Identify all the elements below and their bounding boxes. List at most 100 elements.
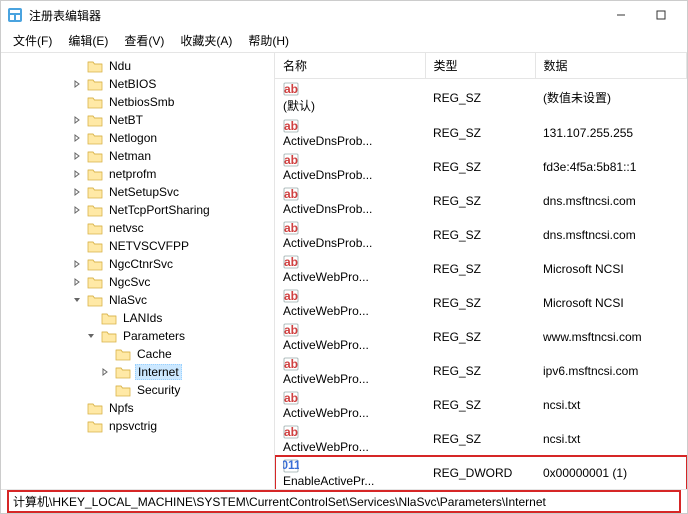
value-name: (默认) xyxy=(283,99,315,113)
value-name: ActiveDnsProb... xyxy=(283,202,372,216)
col-data[interactable]: 数据 xyxy=(535,53,687,79)
tree-item[interactable]: NetBIOS xyxy=(1,75,274,93)
value-type: REG_SZ xyxy=(425,354,535,388)
expand-icon[interactable] xyxy=(71,206,83,214)
tree-item[interactable]: Netman xyxy=(1,147,274,165)
folder-icon xyxy=(87,257,103,271)
value-data: ipv6.msftncsi.com xyxy=(535,354,687,388)
string-value-icon xyxy=(283,288,299,304)
tree-item[interactable]: Cache xyxy=(1,345,274,363)
string-value-icon xyxy=(283,220,299,236)
expand-icon[interactable] xyxy=(99,368,111,376)
value-data: Microsoft NCSI xyxy=(535,252,687,286)
value-name: ActiveDnsProb... xyxy=(283,134,372,148)
table-row[interactable]: ActiveDnsProb...REG_SZdns.msftncsi.com xyxy=(275,218,687,252)
folder-icon xyxy=(115,347,131,361)
value-name: ActiveWebPro... xyxy=(283,270,369,284)
tree-item[interactable]: npsvctrig xyxy=(1,417,274,435)
menu-help[interactable]: 帮助(H) xyxy=(240,30,297,51)
window-title: 注册表编辑器 xyxy=(29,7,601,24)
table-row[interactable]: ActiveDnsProb...REG_SZfd3e:4f5a:5b81::1 xyxy=(275,150,687,184)
expand-icon[interactable] xyxy=(71,134,83,142)
collapse-icon[interactable] xyxy=(85,332,97,340)
value-type: REG_SZ xyxy=(425,79,535,117)
expand-icon[interactable] xyxy=(71,152,83,160)
tree-label: NgcCtnrSvc xyxy=(107,257,175,271)
table-row[interactable]: ActiveWebPro...REG_SZipv6.msftncsi.com xyxy=(275,354,687,388)
menu-view[interactable]: 查看(V) xyxy=(116,30,172,51)
tree-item[interactable]: NETVSCVFPP xyxy=(1,237,274,255)
value-data: www.msftncsi.com xyxy=(535,320,687,354)
tree-item[interactable]: NetTcpPortSharing xyxy=(1,201,274,219)
value-type: REG_SZ xyxy=(425,320,535,354)
tree-item[interactable]: Internet xyxy=(1,363,274,381)
tree-label: netprofm xyxy=(107,167,158,181)
expand-icon[interactable] xyxy=(71,188,83,196)
table-row[interactable]: EnableActivePr...REG_DWORD0x00000001 (1) xyxy=(275,456,687,489)
string-value-icon xyxy=(283,186,299,202)
tree-item[interactable]: NgcSvc xyxy=(1,273,274,291)
tree-item[interactable]: NetBT xyxy=(1,111,274,129)
col-name[interactable]: 名称 xyxy=(275,53,425,79)
tree-item[interactable]: Security xyxy=(1,381,274,399)
expand-icon[interactable] xyxy=(71,278,83,286)
value-type: REG_SZ xyxy=(425,252,535,286)
tree-item[interactable]: NetSetupSvc xyxy=(1,183,274,201)
value-data: ncsi.txt xyxy=(535,388,687,422)
tree-item[interactable]: Netlogon xyxy=(1,129,274,147)
value-name: ActiveWebPro... xyxy=(283,440,369,454)
tree-item[interactable]: Ndu xyxy=(1,57,274,75)
string-value-icon xyxy=(283,322,299,338)
expand-icon[interactable] xyxy=(71,80,83,88)
table-row[interactable]: ActiveDnsProb...REG_SZdns.msftncsi.com xyxy=(275,184,687,218)
menu-edit[interactable]: 编辑(E) xyxy=(60,30,116,51)
tree-item[interactable]: NlaSvc xyxy=(1,291,274,309)
value-type: REG_SZ xyxy=(425,150,535,184)
tree-item[interactable]: netvsc xyxy=(1,219,274,237)
address-path[interactable]: 计算机\HKEY_LOCAL_MACHINE\SYSTEM\CurrentCon… xyxy=(7,490,681,513)
values-pane[interactable]: 名称 类型 数据 (默认)REG_SZ(数值未设置)ActiveDnsProb.… xyxy=(275,53,687,489)
string-value-icon xyxy=(283,81,299,97)
maximize-button[interactable] xyxy=(641,1,681,29)
minimize-button[interactable] xyxy=(601,1,641,29)
folder-icon xyxy=(87,149,103,163)
table-row[interactable]: ActiveWebPro...REG_SZncsi.txt xyxy=(275,388,687,422)
table-row[interactable]: ActiveWebPro...REG_SZMicrosoft NCSI xyxy=(275,286,687,320)
tree-item[interactable]: LANIds xyxy=(1,309,274,327)
tree-label: NetBIOS xyxy=(107,77,158,91)
menubar: 文件(F) 编辑(E) 查看(V) 收藏夹(A) 帮助(H) xyxy=(1,29,687,53)
table-row[interactable]: ActiveWebPro... REG_SZMicrosoft NCSI xyxy=(275,252,687,286)
folder-icon xyxy=(87,239,103,253)
col-type[interactable]: 类型 xyxy=(425,53,535,79)
table-row[interactable]: (默认)REG_SZ(数值未设置) xyxy=(275,79,687,117)
table-row[interactable]: ActiveDnsProb...REG_SZ131.107.255.255 xyxy=(275,116,687,150)
table-row[interactable]: ActiveWebPro...REG_SZncsi.txt xyxy=(275,422,687,456)
folder-icon xyxy=(87,275,103,289)
expand-icon[interactable] xyxy=(71,170,83,178)
table-row[interactable]: ActiveWebPro...REG_SZwww.msftncsi.com xyxy=(275,320,687,354)
tree-label: npsvctrig xyxy=(107,419,159,433)
folder-icon xyxy=(87,419,103,433)
tree-item[interactable]: Npfs xyxy=(1,399,274,417)
tree-item[interactable]: NetbiosSmb xyxy=(1,93,274,111)
tree-pane[interactable]: Ndu NetBIOS NetbiosSmb NetBT NetlogonNetman n… xyxy=(1,53,275,489)
tree-label: Internet xyxy=(135,364,182,380)
menu-favorites[interactable]: 收藏夹(A) xyxy=(172,30,240,51)
tree-label: netvsc xyxy=(107,221,146,235)
tree-label: NlaSvc xyxy=(107,293,149,307)
tree-label: NetBT xyxy=(107,113,145,127)
tree-label: Parameters xyxy=(121,329,187,343)
expand-icon[interactable] xyxy=(71,260,83,268)
tree-item[interactable]: NgcCtnrSvc xyxy=(1,255,274,273)
statusbar: 计算机\HKEY_LOCAL_MACHINE\SYSTEM\CurrentCon… xyxy=(1,489,687,513)
tree-item[interactable]: netprofm xyxy=(1,165,274,183)
collapse-icon[interactable] xyxy=(71,296,83,304)
expand-icon[interactable] xyxy=(71,116,83,124)
menu-file[interactable]: 文件(F) xyxy=(5,30,60,51)
value-type: REG_SZ xyxy=(425,184,535,218)
folder-icon xyxy=(87,221,103,235)
tree-label: NetTcpPortSharing xyxy=(107,203,212,217)
folder-icon xyxy=(87,293,103,307)
folder-icon xyxy=(115,365,131,379)
tree-item[interactable]: Parameters xyxy=(1,327,274,345)
